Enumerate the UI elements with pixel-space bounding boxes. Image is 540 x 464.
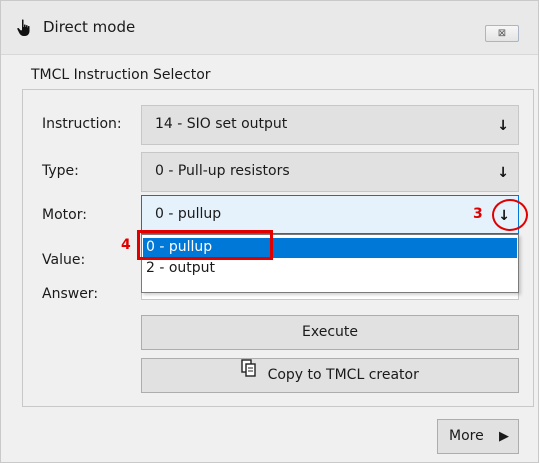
type-combobox[interactable]: 0 - Pull-up resistors ↓ <box>141 152 519 192</box>
motor-value: 0 - pullup <box>155 206 222 222</box>
instruction-combobox[interactable]: 14 - SIO set output ↓ <box>141 105 519 145</box>
hand-pointer-icon <box>16 19 32 37</box>
title-bar: Direct mode ⊠ <box>1 1 538 55</box>
motor-label: Motor: <box>42 207 87 223</box>
chevron-down-icon: ↓ <box>497 165 509 181</box>
chevron-down-icon: ↓ <box>497 118 509 134</box>
close-button[interactable]: ⊠ <box>485 25 519 42</box>
copy-to-tmcl-creator-button[interactable]: Copy to TMCL creator <box>141 358 519 393</box>
annotation-step-4: 4 <box>121 237 131 253</box>
value-label: Value: <box>42 252 86 268</box>
annotation-circle <box>492 199 528 231</box>
execute-button[interactable]: Execute <box>141 315 519 350</box>
execute-label: Execute <box>302 324 358 340</box>
answer-label: Answer: <box>42 286 99 302</box>
direct-mode-window: Direct mode ⊠ TMCL Instruction Selector … <box>0 0 539 463</box>
dropdown-option-output[interactable]: 2 - output <box>143 259 517 279</box>
type-label: Type: <box>42 163 79 179</box>
instruction-label: Instruction: <box>42 116 122 132</box>
play-triangle-icon: ▶ <box>499 429 509 444</box>
motor-combobox[interactable]: 0 - pullup ↓ <box>141 195 519 234</box>
type-value: 0 - Pull-up resistors <box>155 163 290 179</box>
group-title: TMCL Instruction Selector <box>31 67 211 83</box>
more-label: More <box>449 428 484 444</box>
annotation-box <box>137 230 273 260</box>
title-divider <box>1 54 538 55</box>
copy-label: Copy to TMCL creator <box>267 367 419 383</box>
instruction-value: 14 - SIO set output <box>155 116 288 132</box>
close-icon: ⊠ <box>497 28 507 39</box>
window-title: Direct mode <box>43 18 136 36</box>
more-button[interactable]: More ▶ <box>437 419 519 454</box>
copy-document-icon <box>241 357 257 390</box>
annotation-step-3: 3 <box>473 206 483 222</box>
